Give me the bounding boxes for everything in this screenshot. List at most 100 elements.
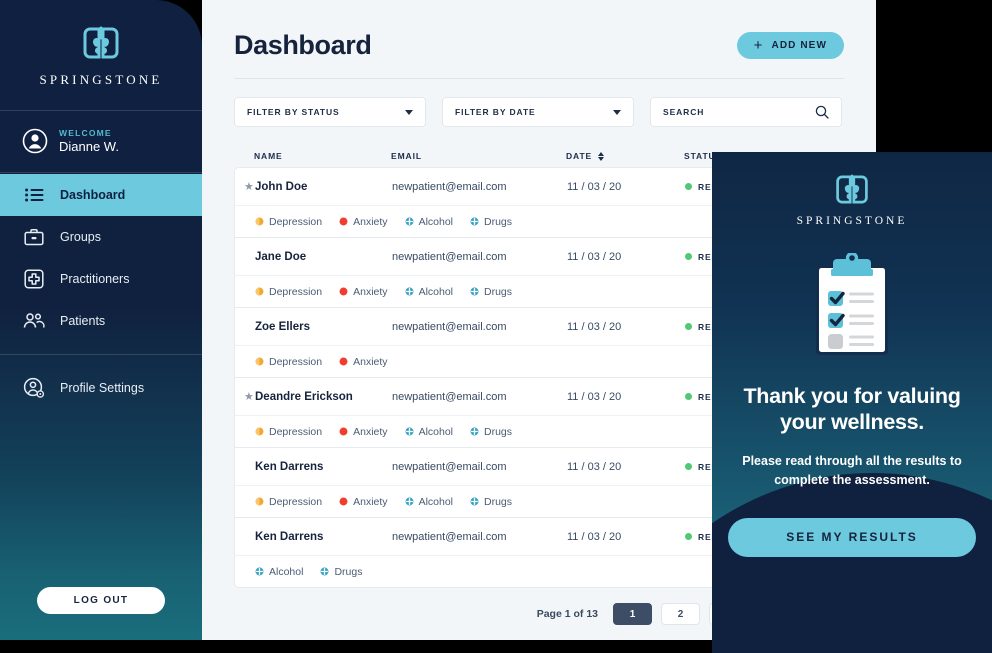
condition-tag[interactable]: Anxiety: [339, 495, 388, 508]
search-input[interactable]: SEARCH: [650, 97, 842, 127]
filled-circle-marker-icon: [339, 497, 348, 506]
condition-tag[interactable]: Depression: [255, 216, 322, 228]
sidebar-item-label: Practitioners: [60, 271, 130, 286]
logout-button[interactable]: LOG OUT: [37, 587, 165, 614]
condition-tag-label: Alcohol: [418, 215, 454, 228]
condition-tag-label: Anxiety: [353, 285, 388, 298]
add-new-button[interactable]: + ADD NEW: [736, 32, 844, 59]
condition-tag[interactable]: Drugs: [470, 286, 512, 298]
cross-circle-marker-icon: [470, 427, 479, 436]
springstone-butterfly-logo-icon: [836, 174, 868, 204]
filled-circle-marker-icon: [339, 287, 348, 296]
filter-by-date-select[interactable]: FILTER BY DATE: [442, 97, 634, 127]
condition-tag[interactable]: Depression: [255, 286, 322, 298]
filter-date-label: FILTER BY DATE: [455, 107, 536, 117]
sidebar-brand: SPRINGSTONE: [0, 0, 202, 88]
cell-email: newpatient@email.com: [392, 180, 507, 193]
condition-tag[interactable]: Drugs: [470, 496, 512, 508]
cross-circle-marker-icon: [405, 287, 414, 296]
column-header-date-label: DATE: [566, 151, 593, 161]
condition-tag-label: Alcohol: [418, 285, 454, 298]
people-icon: [22, 309, 46, 333]
condition-tag-label: Drugs: [484, 285, 513, 298]
welcome-username: Dianne W.: [59, 138, 119, 154]
cross-circle-marker-icon: [470, 217, 479, 226]
column-header-email: EMAIL: [391, 151, 422, 161]
condition-tag[interactable]: Depression: [255, 356, 322, 368]
condition-tag[interactable]: Depression: [255, 496, 322, 508]
page-title: Dashboard: [234, 30, 372, 60]
cell-name: Deandre Erickson: [255, 390, 353, 403]
condition-tag[interactable]: Drugs: [470, 426, 512, 438]
sidebar-item-dashboard[interactable]: Dashboard: [0, 173, 202, 216]
column-header-name: NAME: [254, 151, 283, 161]
cell-email: newpatient@email.com: [392, 460, 507, 473]
briefcase-icon: [22, 225, 46, 249]
overlay-title: Thank you for valuing your wellness.: [743, 384, 961, 435]
overlay-brand-name: SPRINGSTONE: [796, 215, 908, 227]
cross-circle-marker-icon: [405, 427, 414, 436]
springstone-butterfly-logo-icon: [83, 26, 119, 59]
condition-tag[interactable]: Drugs: [470, 216, 512, 228]
sort-updown-icon[interactable]: [598, 151, 605, 161]
pagination-page-1[interactable]: 1: [613, 603, 652, 625]
condition-tag-label: Drugs: [484, 425, 513, 438]
condition-tag[interactable]: Anxiety: [339, 355, 388, 368]
filter-bar: FILTER BY STATUS FILTER BY DATE SEARCH: [234, 97, 844, 127]
pagination-page-2[interactable]: 2: [661, 603, 700, 625]
condition-tag[interactable]: Alcohol: [405, 216, 453, 228]
cell-date: 11 / 03 / 20: [567, 530, 622, 543]
condition-tag-label: Drugs: [334, 565, 363, 578]
cross-circle-marker-icon: [470, 497, 479, 506]
cell-date: 11 / 03 / 20: [567, 320, 622, 333]
clipboard-checklist-icon: [816, 253, 888, 355]
condition-tag[interactable]: Alcohol: [405, 426, 453, 438]
sidebar-user-block[interactable]: WELCOME Dianne W.: [0, 111, 202, 172]
sidebar-item-profile-settings[interactable]: Profile Settings: [0, 367, 202, 409]
sidebar-item-practitioners[interactable]: Practitioners: [0, 258, 202, 300]
cell-email: newpatient@email.com: [392, 250, 507, 263]
sidebar-item-label: Patients: [60, 313, 106, 328]
user-gear-icon: [22, 376, 46, 400]
status-dot-icon: [685, 463, 692, 470]
condition-tag-label: Depression: [269, 425, 323, 438]
condition-tag-label: Anxiety: [353, 355, 388, 368]
cell-date: 11 / 03 / 20: [567, 460, 622, 473]
cell-name: Ken Darrens: [255, 530, 324, 543]
filter-status-label: FILTER BY STATUS: [247, 107, 340, 117]
condition-tag-label: Alcohol: [418, 425, 454, 438]
see-my-results-button[interactable]: SEE MY RESULTS: [728, 517, 976, 557]
sidebar-nav: Dashboard Groups Practitioners Patients …: [0, 173, 202, 409]
status-dot-icon: [685, 393, 692, 400]
overlay-subtitle: Please read through all the results to c…: [742, 454, 962, 487]
condition-tag[interactable]: Depression: [255, 426, 322, 438]
condition-tag-label: Depression: [269, 215, 323, 228]
sidebar-item-patients[interactable]: Patients: [0, 300, 202, 342]
half-circle-marker-icon: [255, 427, 264, 436]
status-dot-icon: [685, 253, 692, 260]
sidebar-brand-name: SPRINGSTONE: [39, 72, 163, 87]
assessment-overlay-panel: SPRINGSTONE Thank you for valuing your w…: [712, 152, 992, 653]
condition-tag[interactable]: Alcohol: [405, 496, 453, 508]
cell-name: Zoe Ellers: [255, 320, 310, 333]
condition-tag[interactable]: Alcohol: [255, 566, 303, 578]
sidebar-item-groups[interactable]: Groups: [0, 216, 202, 258]
condition-tag[interactable]: Anxiety: [339, 425, 388, 438]
cell-name: John Doe: [255, 180, 308, 193]
condition-tag-label: Anxiety: [353, 495, 388, 508]
column-header-date[interactable]: DATE: [566, 151, 684, 161]
condition-tag[interactable]: Anxiety: [339, 285, 388, 298]
search-icon[interactable]: [815, 105, 829, 119]
condition-tag[interactable]: Alcohol: [405, 286, 453, 298]
condition-tag-label: Alcohol: [418, 495, 454, 508]
condition-tag[interactable]: Anxiety: [339, 216, 388, 228]
filled-circle-marker-icon: [339, 427, 348, 436]
cross-circle-marker-icon: [470, 287, 479, 296]
header-divider: [234, 78, 844, 79]
filter-by-status-select[interactable]: FILTER BY STATUS: [234, 97, 426, 127]
condition-tag-label: Anxiety: [353, 425, 388, 438]
condition-tag[interactable]: Drugs: [320, 566, 362, 578]
page-header: Dashboard + ADD NEW: [234, 22, 844, 61]
app-root: SPRINGSTONE WELCOME Dianne W. Dashboard …: [0, 0, 992, 653]
cell-date: 11 / 03 / 20: [567, 180, 622, 193]
